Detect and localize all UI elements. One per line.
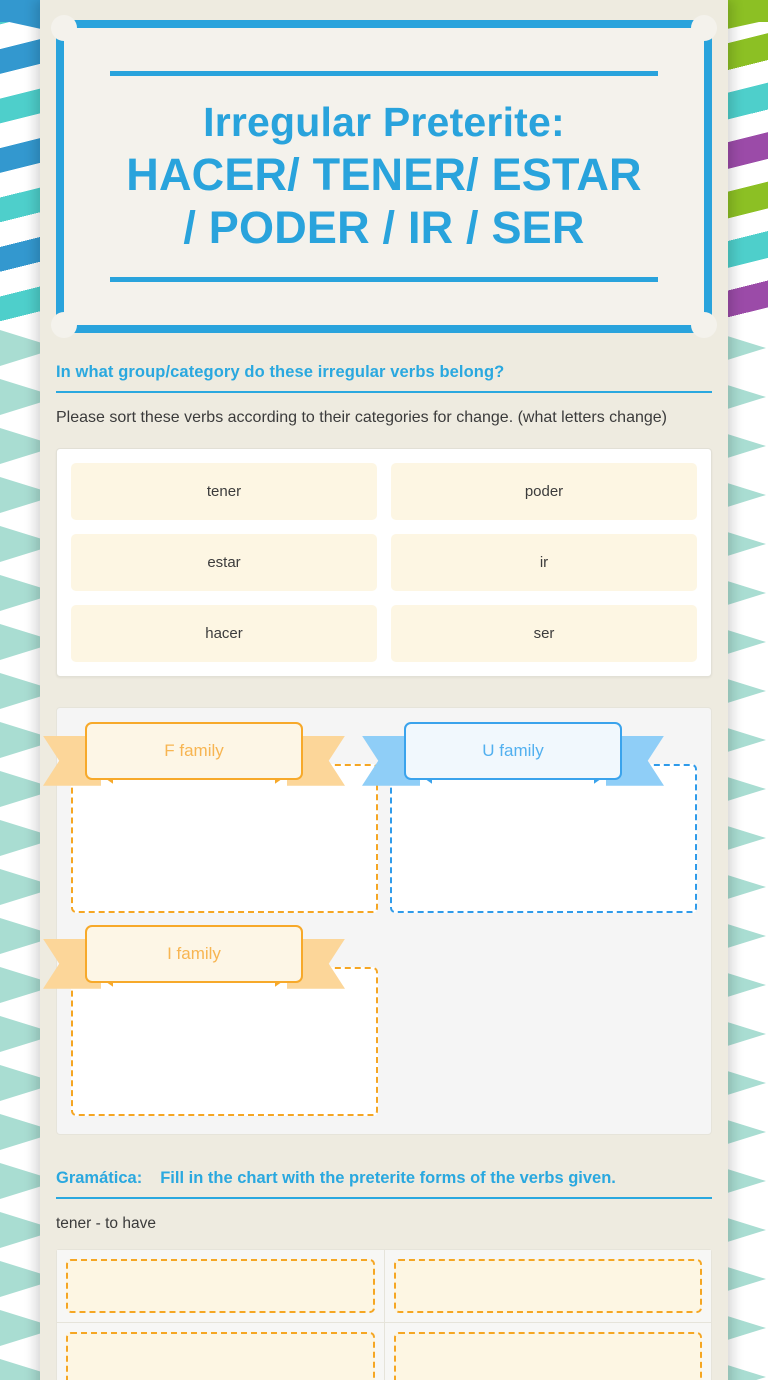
page-title: Irregular Preterite: HACER/ TENER/ ESTAR…: [126, 98, 642, 254]
sort-question-heading: In what group/category do these irregula…: [56, 333, 712, 393]
verb-tile[interactable]: tener: [71, 462, 377, 520]
grammar-heading-text: Fill in the chart with the preterite for…: [160, 1168, 616, 1187]
worksheet-header-card: Irregular Preterite: HACER/ TENER/ ESTAR…: [51, 15, 717, 338]
conjugation-blank[interactable]: [66, 1331, 375, 1380]
conjugation-grid: [56, 1248, 712, 1380]
category-drop-cell: U family: [362, 721, 697, 917]
verb-tile[interactable]: poder: [391, 462, 697, 520]
category-drop-cell: I family: [43, 924, 378, 1120]
verb-tile[interactable]: hacer: [71, 604, 377, 662]
empty-grid-slot: [390, 925, 697, 1120]
corner-notch-top-right: [691, 15, 717, 41]
verb-tile-pool: tener poder estar ir hacer ser: [56, 447, 712, 677]
page-title-line-3: / PODER / IR / SER: [183, 202, 585, 254]
category-label: I family: [85, 924, 303, 983]
category-ribbon-banner: U family: [362, 721, 664, 790]
conjugation-blank[interactable]: [66, 1258, 375, 1313]
corner-notch-top-left: [51, 15, 77, 41]
verb-tile[interactable]: ir: [391, 533, 697, 591]
header-rule-bottom: [110, 277, 658, 283]
conjugation-blank[interactable]: [393, 1258, 702, 1313]
header-rule-top: [110, 70, 658, 76]
verb-tile[interactable]: ser: [391, 604, 697, 662]
worksheet-content: In what group/category do these irregula…: [40, 333, 728, 1380]
sort-question-prompt: Please sort these verbs according to the…: [56, 409, 667, 426]
verb-tile[interactable]: estar: [71, 533, 377, 591]
grammar-heading-label: Gramática:: [56, 1168, 143, 1187]
category-drop-panel: F family U family I family: [43, 706, 712, 1135]
category-label: U family: [404, 721, 622, 780]
conjugation-cell: [57, 1249, 384, 1322]
category-ribbon-banner: I family: [43, 924, 345, 993]
page-title-line-2: HACER/ TENER/ ESTAR: [126, 148, 642, 200]
page-title-line-1: Irregular Preterite:: [203, 98, 565, 145]
conjugation-blank[interactable]: [393, 1331, 702, 1380]
category-drop-cell: F family: [43, 721, 378, 917]
category-ribbon-banner: F family: [43, 721, 345, 790]
conjugation-cell: [384, 1249, 711, 1322]
conjugation-cell: [57, 1322, 384, 1380]
worksheet-sheet: Irregular Preterite: HACER/ TENER/ ESTAR…: [40, 0, 728, 1380]
category-label: F family: [85, 721, 303, 780]
header-card-inner: Irregular Preterite: HACER/ TENER/ ESTAR…: [51, 15, 717, 338]
conjugation-cell: [384, 1322, 711, 1380]
grammar-heading: Gramática: Fill in the chart with the pre…: [56, 1135, 712, 1199]
grammar-verb-prompt: tener - to have: [56, 1214, 156, 1232]
